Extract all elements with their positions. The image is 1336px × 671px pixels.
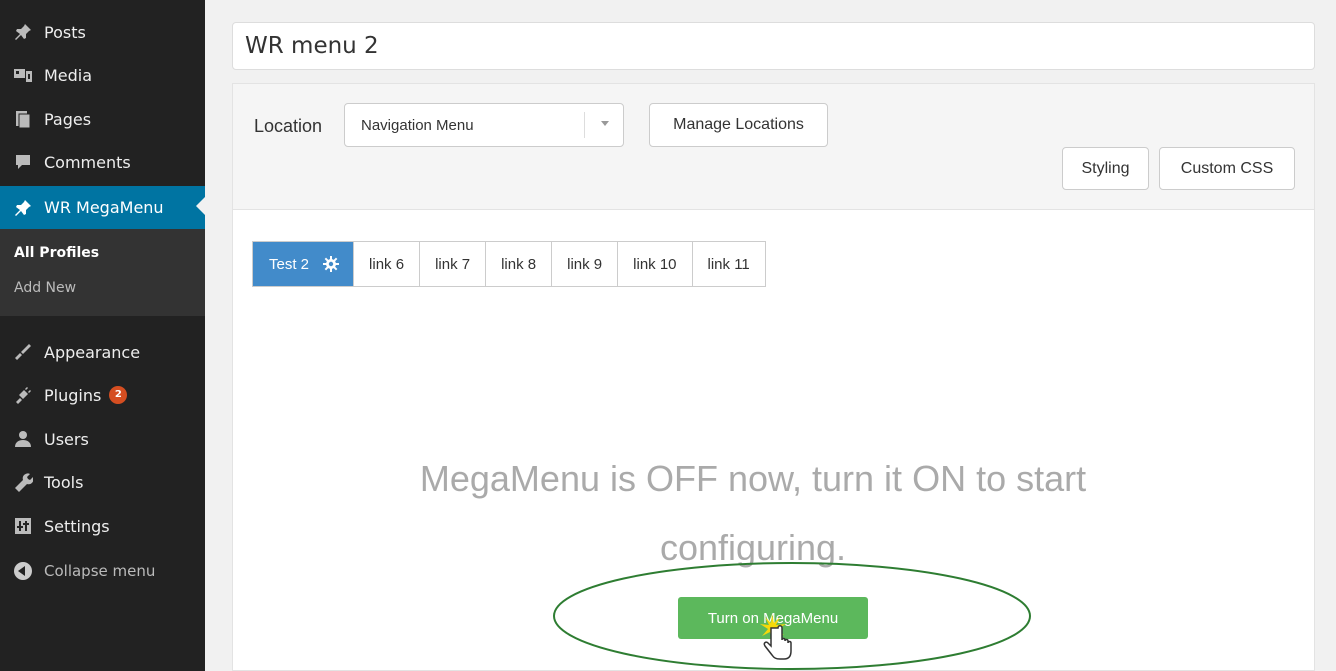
admin-sidebar: Posts Media Pages Comments WR MegaMenu A… <box>0 0 205 671</box>
pin-icon <box>10 198 36 218</box>
brush-icon <box>10 342 36 362</box>
tab-link-8[interactable]: link 8 <box>485 242 552 286</box>
sidebar-item-appearance[interactable]: Appearance <box>0 332 205 372</box>
menu-items-tabs: Test 2 link 6 link 7 link 8 link 9 link … <box>252 241 766 287</box>
menu-name-value: WR menu 2 <box>245 33 379 59</box>
styling-button[interactable]: Styling <box>1062 147 1149 190</box>
sidebar-item-label: Pages <box>44 109 92 129</box>
sidebar-item-label: Users <box>44 429 89 449</box>
sidebar-item-settings[interactable]: Settings <box>0 506 205 546</box>
panel-toolbar: Location Navigation Menu Manage Location… <box>233 84 1314 210</box>
sidebar-item-label: Posts <box>44 22 86 42</box>
tab-link-10[interactable]: link 10 <box>617 242 692 286</box>
submenu-add-new[interactable]: Add New <box>14 280 76 296</box>
update-count-badge: 2 <box>109 386 128 404</box>
tab-test-2[interactable]: Test 2 <box>253 242 354 286</box>
collapse-menu-button[interactable]: Collapse menu <box>0 551 205 591</box>
tab-link-11[interactable]: link 11 <box>691 242 765 286</box>
sidebar-item-label: Media <box>44 65 93 85</box>
megamenu-off-message: MegaMenu is OFF now, turn it ON to start… <box>419 458 1087 568</box>
sidebar-item-label: Plugins <box>44 385 102 405</box>
location-label: Location <box>254 116 323 136</box>
sidebar-item-users[interactable]: Users <box>0 419 205 459</box>
sidebar-item-label: Appearance <box>44 342 141 362</box>
select-separator <box>584 112 585 138</box>
pin-icon <box>10 22 36 42</box>
location-select[interactable]: Navigation Menu <box>344 103 624 147</box>
megamenu-submenu: All Profiles Add New <box>0 229 205 316</box>
pages-icon <box>10 109 36 129</box>
tab-link-6[interactable]: link 6 <box>353 242 420 286</box>
sidebar-item-comments[interactable]: Comments <box>0 142 205 182</box>
collapse-icon <box>10 562 36 580</box>
submenu-all-profiles[interactable]: All Profiles <box>14 245 99 261</box>
tab-label: Test 2 <box>269 255 310 273</box>
turn-on-megamenu-button[interactable]: Turn on MegaMenu <box>678 597 868 639</box>
plug-icon <box>10 385 36 405</box>
settings-icon <box>10 516 36 536</box>
sidebar-item-label: Settings <box>44 516 110 536</box>
sidebar-item-plugins[interactable]: Plugins 2 <box>0 375 205 415</box>
manage-locations-button[interactable]: Manage Locations <box>649 103 828 147</box>
sidebar-item-label: WR MegaMenu <box>44 198 164 217</box>
sidebar-item-label: Comments <box>44 152 131 172</box>
sidebar-item-label: Tools <box>44 472 84 492</box>
sidebar-item-wr-megamenu[interactable]: WR MegaMenu <box>0 186 205 229</box>
wrench-icon <box>10 472 36 492</box>
location-selected-value: Navigation Menu <box>361 116 474 134</box>
custom-css-button[interactable]: Custom CSS <box>1159 147 1295 190</box>
media-icon <box>10 65 36 85</box>
tab-link-7[interactable]: link 7 <box>419 242 486 286</box>
sidebar-item-media[interactable]: Media <box>0 55 205 95</box>
menu-name-input[interactable]: WR menu 2 <box>232 22 1315 70</box>
tab-link-9[interactable]: link 9 <box>551 242 618 286</box>
sidebar-item-pages[interactable]: Pages <box>0 99 205 139</box>
gear-icon[interactable] <box>323 256 340 272</box>
chevron-down-icon <box>601 121 609 126</box>
megamenu-panel: Location Navigation Menu Manage Location… <box>232 83 1315 671</box>
collapse-menu-label: Collapse menu <box>44 562 156 580</box>
user-icon <box>10 429 36 449</box>
sidebar-item-posts[interactable]: Posts <box>0 12 205 52</box>
sidebar-item-tools[interactable]: Tools <box>0 462 205 502</box>
comment-icon <box>10 152 36 172</box>
